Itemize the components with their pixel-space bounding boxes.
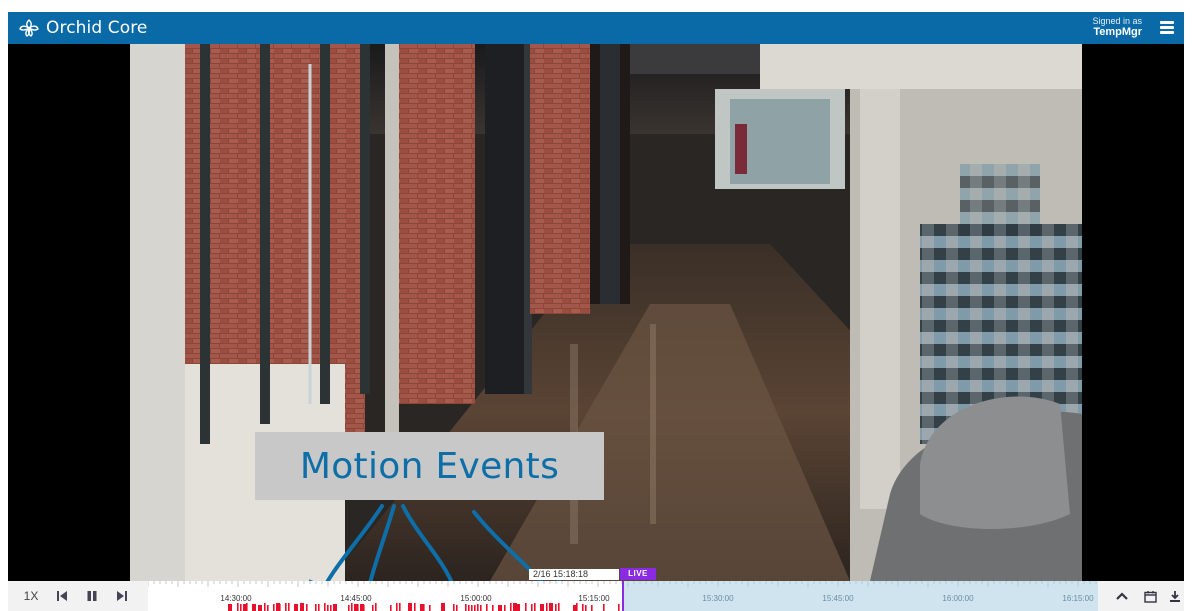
motion-event-marker <box>327 605 329 611</box>
motion-event-marker <box>558 603 560 611</box>
motion-event-marker <box>555 604 557 611</box>
motion-event-marker <box>471 605 473 611</box>
motion-event-marker <box>546 603 548 611</box>
motion-event-marker <box>423 604 425 611</box>
motion-event-marker <box>237 603 239 611</box>
motion-event-marker <box>279 604 281 611</box>
motion-event-marker <box>486 604 488 611</box>
motion-event-marker <box>516 604 520 611</box>
motion-event-marker <box>258 605 262 611</box>
motion-event-marker <box>534 603 536 611</box>
motion-event-marker <box>333 604 337 611</box>
motion-event-marker <box>318 604 320 611</box>
speed-button[interactable]: 1X <box>20 581 42 611</box>
motion-event-marker <box>510 603 512 611</box>
motion-event-marker <box>540 604 544 611</box>
timeline-label: 15:30:00 <box>702 594 734 603</box>
motion-event-marker <box>618 604 620 611</box>
motion-event-marker <box>357 604 359 611</box>
motion-event-marker <box>348 605 350 611</box>
motion-event-marker <box>504 605 506 611</box>
motion-event-marker <box>375 603 377 611</box>
brand[interactable]: Orchid Core <box>18 17 147 39</box>
motion-event-marker <box>315 604 317 611</box>
timeline-label: 16:00:00 <box>942 594 974 603</box>
chevron-up-icon[interactable] <box>1112 581 1132 611</box>
username: TempMgr <box>1093 26 1142 38</box>
motion-event-markers <box>228 603 620 611</box>
motion-event-marker <box>252 604 256 611</box>
motion-event-marker <box>363 605 365 611</box>
motion-event-marker <box>285 603 287 611</box>
app-title: Orchid Core <box>46 18 148 38</box>
motion-event-marker <box>288 603 290 611</box>
signed-in-info[interactable]: Signed in as TempMgr <box>1092 16 1142 38</box>
motion-event-marker <box>453 604 455 611</box>
video-player[interactable] <box>8 44 1184 581</box>
motion-event-marker <box>399 603 401 611</box>
motion-event-marker <box>549 603 553 611</box>
camera-video-frame[interactable] <box>130 44 1082 581</box>
motion-event-marker <box>465 604 467 611</box>
motion-event-marker <box>273 604 275 611</box>
motion-event-marker <box>351 603 353 611</box>
download-icon[interactable] <box>1166 581 1184 611</box>
app-window: Orchid Core Signed in as TempMgr Motion … <box>0 0 1192 611</box>
playhead[interactable] <box>622 581 624 611</box>
motion-event-marker <box>441 603 445 611</box>
motion-event-marker <box>582 604 584 611</box>
motion-event-marker <box>492 605 494 611</box>
playback-controls: 1X 14:30:00 14:45:00 15:00:00 15:15:00 15:30… <box>8 581 1184 611</box>
motion-event-marker <box>480 605 482 611</box>
timeline-label: 15:15:00 <box>578 594 610 603</box>
motion-event-marker <box>264 603 266 611</box>
pause-icon[interactable] <box>82 581 102 611</box>
motion-event-marker <box>531 604 533 611</box>
motion-event-marker <box>576 603 578 611</box>
motion-event-marker <box>294 604 298 611</box>
timeline[interactable]: 14:30:00 14:45:00 15:00:00 15:15:00 15:30:00… <box>148 581 1098 611</box>
motion-event-marker <box>585 605 587 611</box>
timeline-label: 14:30:00 <box>220 594 252 603</box>
motion-event-marker <box>414 603 416 611</box>
motion-event-marker <box>372 605 374 611</box>
motion-event-marker <box>246 603 248 611</box>
motion-event-marker <box>474 605 476 611</box>
skip-back-icon[interactable] <box>52 581 72 611</box>
motion-event-marker <box>267 605 269 611</box>
motion-event-marker <box>228 604 232 611</box>
callout-text: Motion Events <box>299 445 560 487</box>
timeline-label: 16:15:00 <box>1062 594 1094 603</box>
timeline-label: 14:45:00 <box>340 594 372 603</box>
motion-event-marker <box>456 605 458 611</box>
motion-events-callout: Motion Events <box>255 432 604 500</box>
hamburger-icon[interactable] <box>1160 21 1174 34</box>
motion-event-marker <box>300 603 304 611</box>
motion-event-marker <box>603 604 605 611</box>
motion-event-marker <box>477 604 479 611</box>
motion-event-marker <box>591 605 593 611</box>
skip-forward-icon[interactable] <box>112 581 132 611</box>
orchid-logo-icon <box>19 19 39 37</box>
motion-event-marker <box>240 604 242 611</box>
header-bar: Orchid Core Signed in as TempMgr <box>8 12 1184 44</box>
motion-event-marker <box>396 603 398 611</box>
timeline-label: 15:45:00 <box>822 594 854 603</box>
motion-event-marker <box>324 603 326 611</box>
motion-event-marker <box>330 605 332 611</box>
motion-event-marker <box>525 603 527 611</box>
timeline-label: 15:00:00 <box>460 594 492 603</box>
motion-event-marker <box>468 605 470 611</box>
motion-event-marker <box>498 605 502 611</box>
playback-timestamp: 2/16 15:18:18 <box>529 569 619 580</box>
motion-event-marker <box>408 603 412 611</box>
motion-event-marker <box>429 605 431 611</box>
calendar-icon[interactable] <box>1140 581 1160 611</box>
live-badge[interactable]: LIVE <box>620 568 656 580</box>
motion-event-marker <box>390 605 392 611</box>
motion-event-marker <box>306 604 308 611</box>
